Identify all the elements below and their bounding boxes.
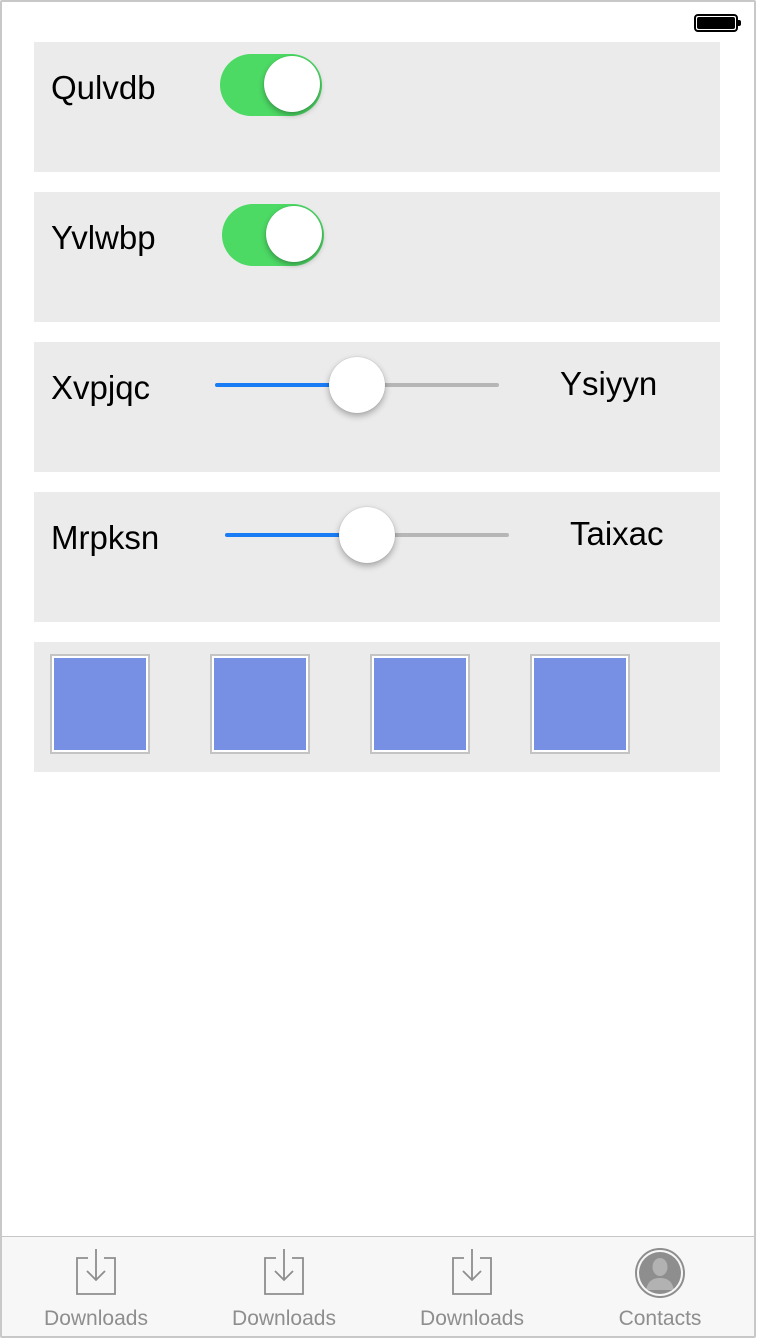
swatch-row (34, 642, 720, 772)
color-swatch-4[interactable] (530, 654, 630, 754)
tab-downloads-3[interactable]: Downloads (378, 1237, 566, 1336)
slider-2-min-label: Mrpksn (51, 519, 160, 556)
download-icon (452, 1249, 492, 1295)
tab-contacts[interactable]: Contacts (566, 1237, 754, 1336)
toggle-switch-1[interactable] (220, 54, 322, 116)
tab-label: Contacts (618, 1307, 702, 1330)
tab-downloads-1[interactable]: Downloads (2, 1237, 190, 1336)
tab-downloads-2[interactable]: Downloads (190, 1237, 378, 1336)
slider-1-min-label: Xvpjqc (51, 369, 151, 406)
slider-1-max-label: Ysiyyn (560, 365, 658, 402)
tab-bar: Downloads Downloads Downloads Contacts (2, 1236, 754, 1336)
app-screen: Qulvdb Yvlwbp Xvpjqc Ysiyyn Mrpksn Taixa… (0, 0, 756, 1338)
toggle-row-2: Yvlwbp (34, 192, 720, 322)
toggle-switch-2[interactable] (222, 204, 324, 266)
slider-thumb[interactable] (329, 357, 385, 413)
tab-label: Downloads (44, 1307, 148, 1330)
slider-1[interactable] (215, 354, 499, 416)
battery-icon (694, 14, 741, 32)
toggle-knob (266, 206, 322, 262)
toggle-row-1: Qulvdb (34, 42, 720, 172)
tab-label: Downloads (420, 1307, 524, 1330)
download-icon (76, 1249, 116, 1295)
slider-row-1: Xvpjqc Ysiyyn (34, 342, 720, 472)
toggle-1-label: Qulvdb (51, 69, 156, 106)
status-bar (2, 2, 754, 42)
download-icon (264, 1249, 304, 1295)
toggle-2-label: Yvlwbp (51, 219, 156, 256)
toggle-knob (264, 56, 320, 112)
contact-icon (635, 1248, 685, 1298)
slider-row-2: Mrpksn Taixac (34, 492, 720, 622)
color-swatch-1[interactable] (50, 654, 150, 754)
slider-thumb[interactable] (339, 507, 395, 563)
slider-2[interactable] (225, 504, 509, 566)
color-swatch-2[interactable] (210, 654, 310, 754)
tab-label: Downloads (232, 1307, 336, 1330)
color-swatch-3[interactable] (370, 654, 470, 754)
slider-2-max-label: Taixac (570, 515, 664, 552)
